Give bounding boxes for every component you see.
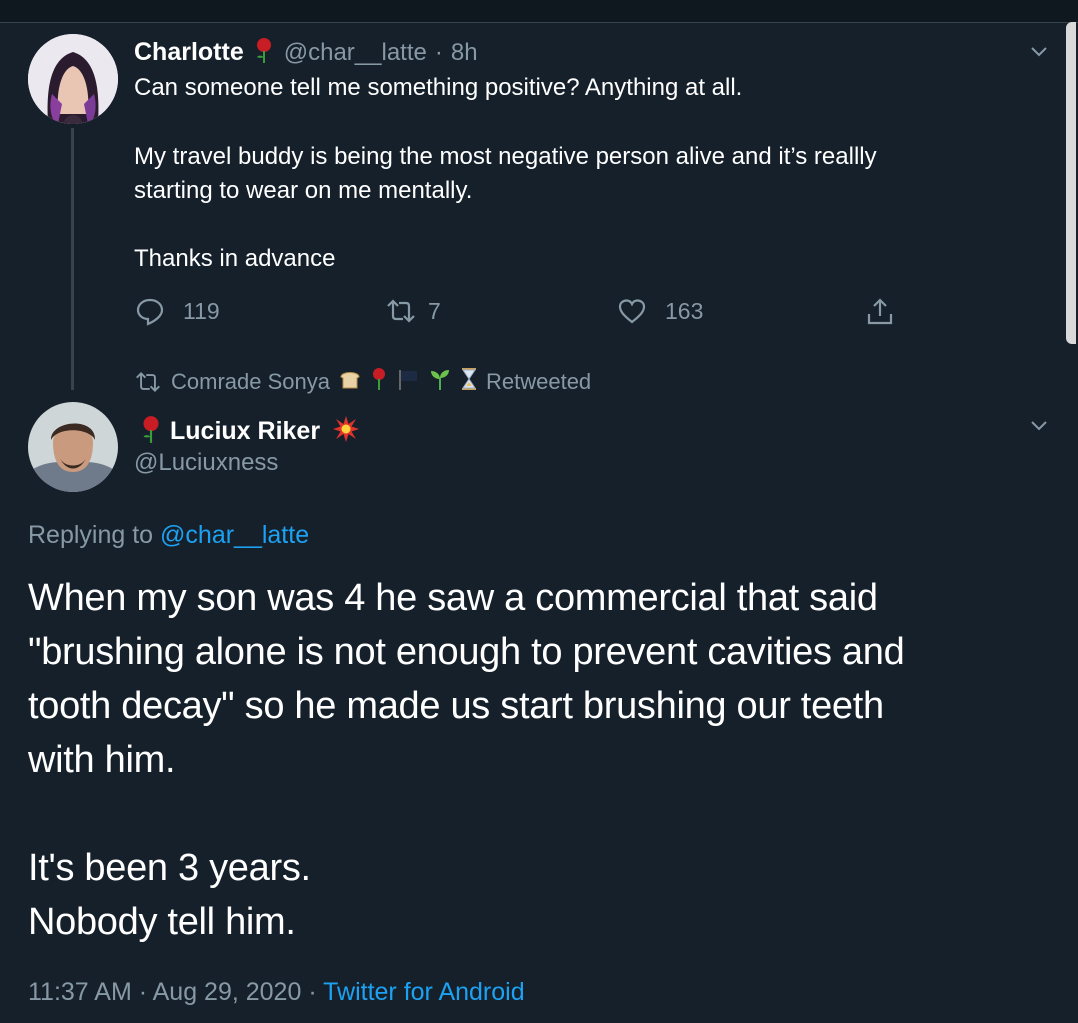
- tweet2-line-2: "brushing alone is not enough to prevent…: [28, 631, 905, 673]
- tweet1-header: Charlotte @char__latte · 8h: [134, 36, 478, 69]
- reply-icon: [136, 298, 164, 326]
- tweet2-line-1: When my son was 4 he saw a commercial th…: [28, 577, 878, 619]
- bread-emoji-icon: [338, 368, 362, 396]
- share-button[interactable]: [865, 296, 895, 328]
- retweet-button[interactable]: 7: [384, 296, 441, 326]
- avatar-charlotte[interactable]: [28, 34, 118, 124]
- top-bar: [0, 0, 1078, 23]
- black-flag-emoji-icon: [396, 367, 420, 397]
- rose-emoji-icon: [138, 414, 164, 449]
- replying-to-label: Replying to: [28, 521, 154, 549]
- tweet2-header: Luciux Riker: [138, 414, 360, 449]
- chevron-down-icon[interactable]: [1028, 40, 1050, 62]
- like-button[interactable]: 163: [617, 296, 703, 326]
- tweet2-line-4: with him.: [28, 739, 176, 781]
- tweet1-line-4: Thanks in advance: [134, 245, 336, 272]
- tweet1-handle[interactable]: @char__latte: [284, 39, 427, 67]
- tweet2-source[interactable]: Twitter for Android: [323, 978, 524, 1006]
- retweeter-name[interactable]: Comrade Sonya: [171, 369, 330, 395]
- replying-to-handle[interactable]: @char__latte: [160, 521, 309, 549]
- scrollbar[interactable]: [1066, 22, 1076, 344]
- retweeted-icon: [136, 371, 160, 393]
- thread-line: [71, 128, 74, 390]
- like-count: 163: [665, 297, 704, 324]
- tweet2-line-6: Nobody tell him.: [28, 901, 296, 943]
- tweet2-line-5: It's been 3 years.: [28, 847, 311, 889]
- collision-emoji-icon: [332, 415, 360, 448]
- retweet-count: 7: [428, 297, 441, 324]
- retweet-context: Comrade Sonya Retweeted: [133, 367, 591, 397]
- hourglass-emoji-icon: [460, 367, 478, 397]
- reply-count: 119: [183, 297, 220, 324]
- rose-emoji-icon: [370, 367, 388, 397]
- tweet2-timestamp[interactable]: 11:37 AM · Aug 29, 2020: [28, 978, 301, 1006]
- chevron-down-icon[interactable]: [1028, 414, 1050, 436]
- tweet2-line-3: tooth decay" so he made us start brushin…: [28, 685, 884, 727]
- avatar-luciux[interactable]: [28, 402, 118, 492]
- replying-to: Replying to @char__latte: [28, 521, 309, 550]
- reply-button[interactable]: 119: [135, 296, 220, 326]
- tweet2-author-name[interactable]: Luciux Riker: [170, 417, 320, 446]
- rose-emoji-icon: [252, 36, 276, 69]
- tweet2-handle[interactable]: @Luciuxness: [134, 449, 278, 477]
- retweet-icon: [387, 299, 415, 323]
- tweet1-line-3: starting to wear on me mentally.: [134, 177, 473, 204]
- tweet1-separator: ·: [434, 38, 443, 66]
- tweet1-line-2: My travel buddy is being the most negati…: [134, 143, 877, 170]
- meta-separator: ·: [308, 978, 317, 1006]
- share-icon: [867, 298, 893, 325]
- tweet1-author-name[interactable]: Charlotte: [134, 38, 244, 67]
- seedling-emoji-icon: [428, 367, 452, 397]
- heart-icon: [618, 299, 646, 324]
- retweeted-label: Retweeted: [485, 369, 592, 394]
- tweet2-meta: 11:37 AM · Aug 29, 2020 · Twitter for An…: [28, 978, 525, 1007]
- tweet1-line-1: Can someone tell me something positive? …: [134, 74, 743, 101]
- tweet1-time[interactable]: 8h: [451, 39, 478, 67]
